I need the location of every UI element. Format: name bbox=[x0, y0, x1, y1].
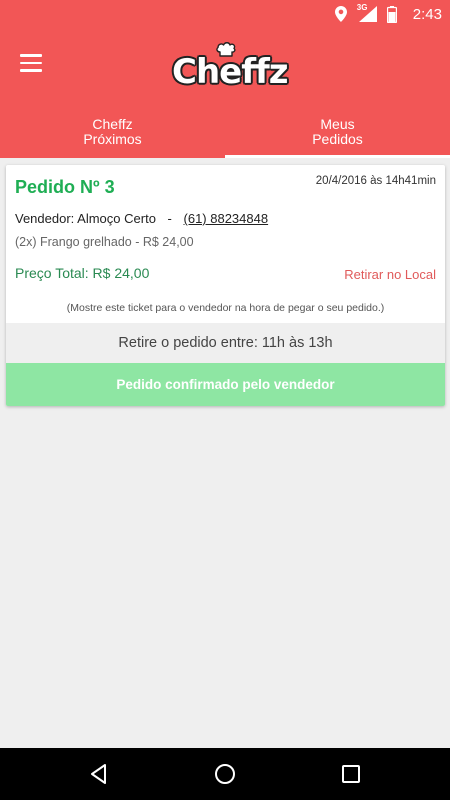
vendor-row: Vendedor: Almoço Certo - (61) 88234848 bbox=[15, 211, 268, 226]
app-logo: Cheffz bbox=[172, 42, 289, 100]
logo-text: Cheffz bbox=[172, 52, 289, 92]
recents-icon[interactable] bbox=[339, 762, 363, 786]
menu-button[interactable] bbox=[16, 54, 46, 80]
tab-label-line1: Cheffz bbox=[92, 116, 133, 132]
location-icon bbox=[334, 6, 347, 22]
order-total: Preço Total: R$ 24,00 bbox=[15, 265, 150, 281]
status-bar: 3G 2:43 bbox=[0, 0, 450, 28]
network-type-label: 3G bbox=[356, 3, 368, 12]
tab-label-line2: Pedidos bbox=[312, 131, 363, 147]
order-item: (2x) Frango grelhado - R$ 24,00 bbox=[15, 235, 194, 249]
tab-bar: Cheffz Próximos Meus Pedidos bbox=[0, 108, 450, 158]
back-icon[interactable] bbox=[87, 762, 111, 786]
order-title: Pedido Nº 3 bbox=[15, 177, 115, 197]
tab-label-line2: Próximos bbox=[83, 131, 142, 147]
status-icons: 3G 2:43 bbox=[334, 3, 442, 24]
vendor-phone-link[interactable]: (61) 88234848 bbox=[184, 211, 269, 226]
tab-label-line1: Meus bbox=[320, 116, 355, 132]
vendor-label: Vendedor: Almoço Certo bbox=[15, 211, 156, 226]
chef-hat-icon bbox=[216, 42, 236, 57]
battery-icon bbox=[386, 5, 397, 23]
order-date: 20/4/2016 às 14h41min bbox=[315, 175, 436, 187]
order-card[interactable]: Pedido Nº 3 20/4/2016 às 14h41min Vended… bbox=[6, 165, 445, 406]
hamburger-menu-icon bbox=[20, 54, 42, 57]
status-time: 2:43 bbox=[412, 5, 442, 23]
navigation-bar bbox=[0, 748, 450, 800]
tab-meus-pedidos[interactable]: Meus Pedidos bbox=[225, 108, 450, 158]
vendor-separator: - bbox=[167, 211, 172, 226]
signal-icon: 3G bbox=[356, 3, 377, 22]
home-icon[interactable] bbox=[213, 762, 237, 786]
pickup-type: Retirar no Local bbox=[344, 267, 436, 282]
order-status-banner: Pedido confirmado pelo vendedor bbox=[6, 363, 445, 406]
tab-cheffz-proximos[interactable]: Cheffz Próximos bbox=[0, 108, 225, 158]
ticket-note: (Mostre este ticket para o vendedor na h… bbox=[66, 302, 385, 314]
app-bar: Cheffz bbox=[0, 28, 450, 108]
pickup-window: Retire o pedido entre: 11h às 13h bbox=[6, 323, 445, 363]
